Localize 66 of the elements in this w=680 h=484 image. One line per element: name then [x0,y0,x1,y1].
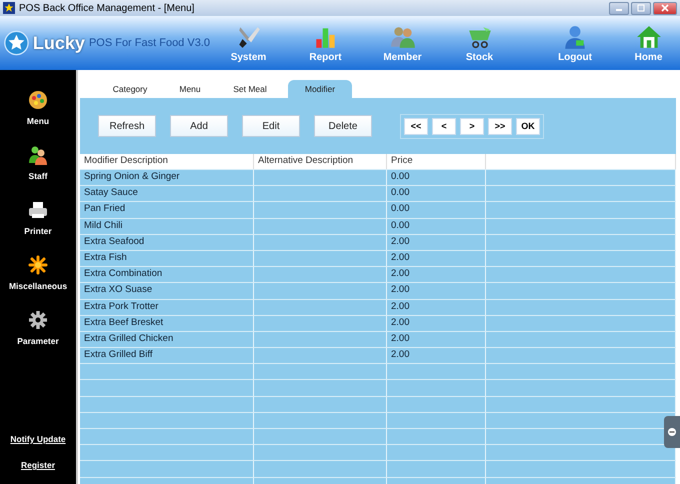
sidebar-link[interactable]: Register [20,460,55,470]
table-cell: Extra Beef Bresket [80,316,254,331]
printer-icon [28,200,48,220]
table-cell: Extra Combination [80,267,254,282]
table-cell: 2.00 [387,316,486,331]
staff-nav-item[interactable]: Staff [28,145,48,200]
tab[interactable]: Set Meal [220,80,280,98]
minimize-button[interactable] [609,2,629,14]
table-cell: Extra Grilled Biff [80,348,254,364]
table-cell: Extra Grilled Chicken [80,332,254,348]
printer-nav-item[interactable]: Printer [24,200,52,255]
column-header: Modifier Description [80,154,254,169]
window-title: POS Back Office Management - [Menu] [19,2,194,14]
tab[interactable]: Modifier [288,80,352,98]
gear-icon [28,310,48,330]
table-cell: Extra Fish [80,250,254,266]
column-header: Alternative Description [254,154,387,169]
close-button[interactable] [653,2,677,14]
table-cell: 0.00 [387,170,486,186]
table-cell: 2.00 [387,234,486,250]
people-icon [28,145,48,165]
menu-nav-item[interactable]: Menu [26,90,50,145]
table-cell: Pan Fried [80,202,254,218]
table-cell: Extra Seafood [80,234,254,250]
table-cell: 2.00 [387,332,486,348]
pager-button[interactable]: < [432,118,456,134]
pager-button[interactable]: > [460,118,484,134]
table-cell: Spring Onion & Ginger [80,170,254,186]
table-cell: 2.00 [387,250,486,266]
misc-nav-item[interactable]: Miscellaneous [8,255,68,310]
table-cell: Extra Pork Trotter [80,300,254,315]
column-header: Price [387,154,486,169]
table-cell: 2.00 [387,283,486,298]
table-cell: 0.00 [387,186,486,202]
side-widget-icon[interactable] [664,416,680,448]
logout-button[interactable]: Logout [540,24,610,62]
parameter-nav-item[interactable]: Parameter [17,310,59,365]
home-icon [636,24,662,50]
app-star-icon [3,2,15,14]
action-button[interactable]: Delete [314,115,372,137]
table-cell: 2.00 [387,348,486,364]
sidebar-link[interactable]: Notify Update [10,434,66,444]
tab[interactable]: Menu [160,80,220,98]
pager-button[interactable]: >> [488,118,512,134]
action-button[interactable]: Refresh [98,115,156,137]
pager-button[interactable]: OK [516,118,540,134]
brand-subtitle: POS For Fast Food V3.0 [88,37,210,49]
asterisk-icon [28,255,48,275]
table-cell: 2.00 [387,267,486,282]
palette-icon [28,90,48,110]
table-cell: Mild Chili [80,218,254,234]
table-cell: Satay Sauce [80,186,254,202]
tab[interactable]: Category [100,80,160,98]
star-logo-icon [4,29,29,57]
action-button[interactable]: Add [170,115,228,137]
table-cell: 2.00 [387,300,486,315]
system-button[interactable]: System [210,24,287,62]
close-icon [660,4,670,12]
maximize-icon [636,4,646,12]
table-cell: 0.00 [387,218,486,234]
action-button[interactable]: Edit [242,115,300,137]
maximize-button[interactable] [631,2,651,14]
table-cell: 0.00 [387,202,486,218]
brand-name: Lucky [32,32,85,54]
pager-button[interactable]: << [404,118,428,134]
table-cell: Extra XO Suase [80,283,254,298]
